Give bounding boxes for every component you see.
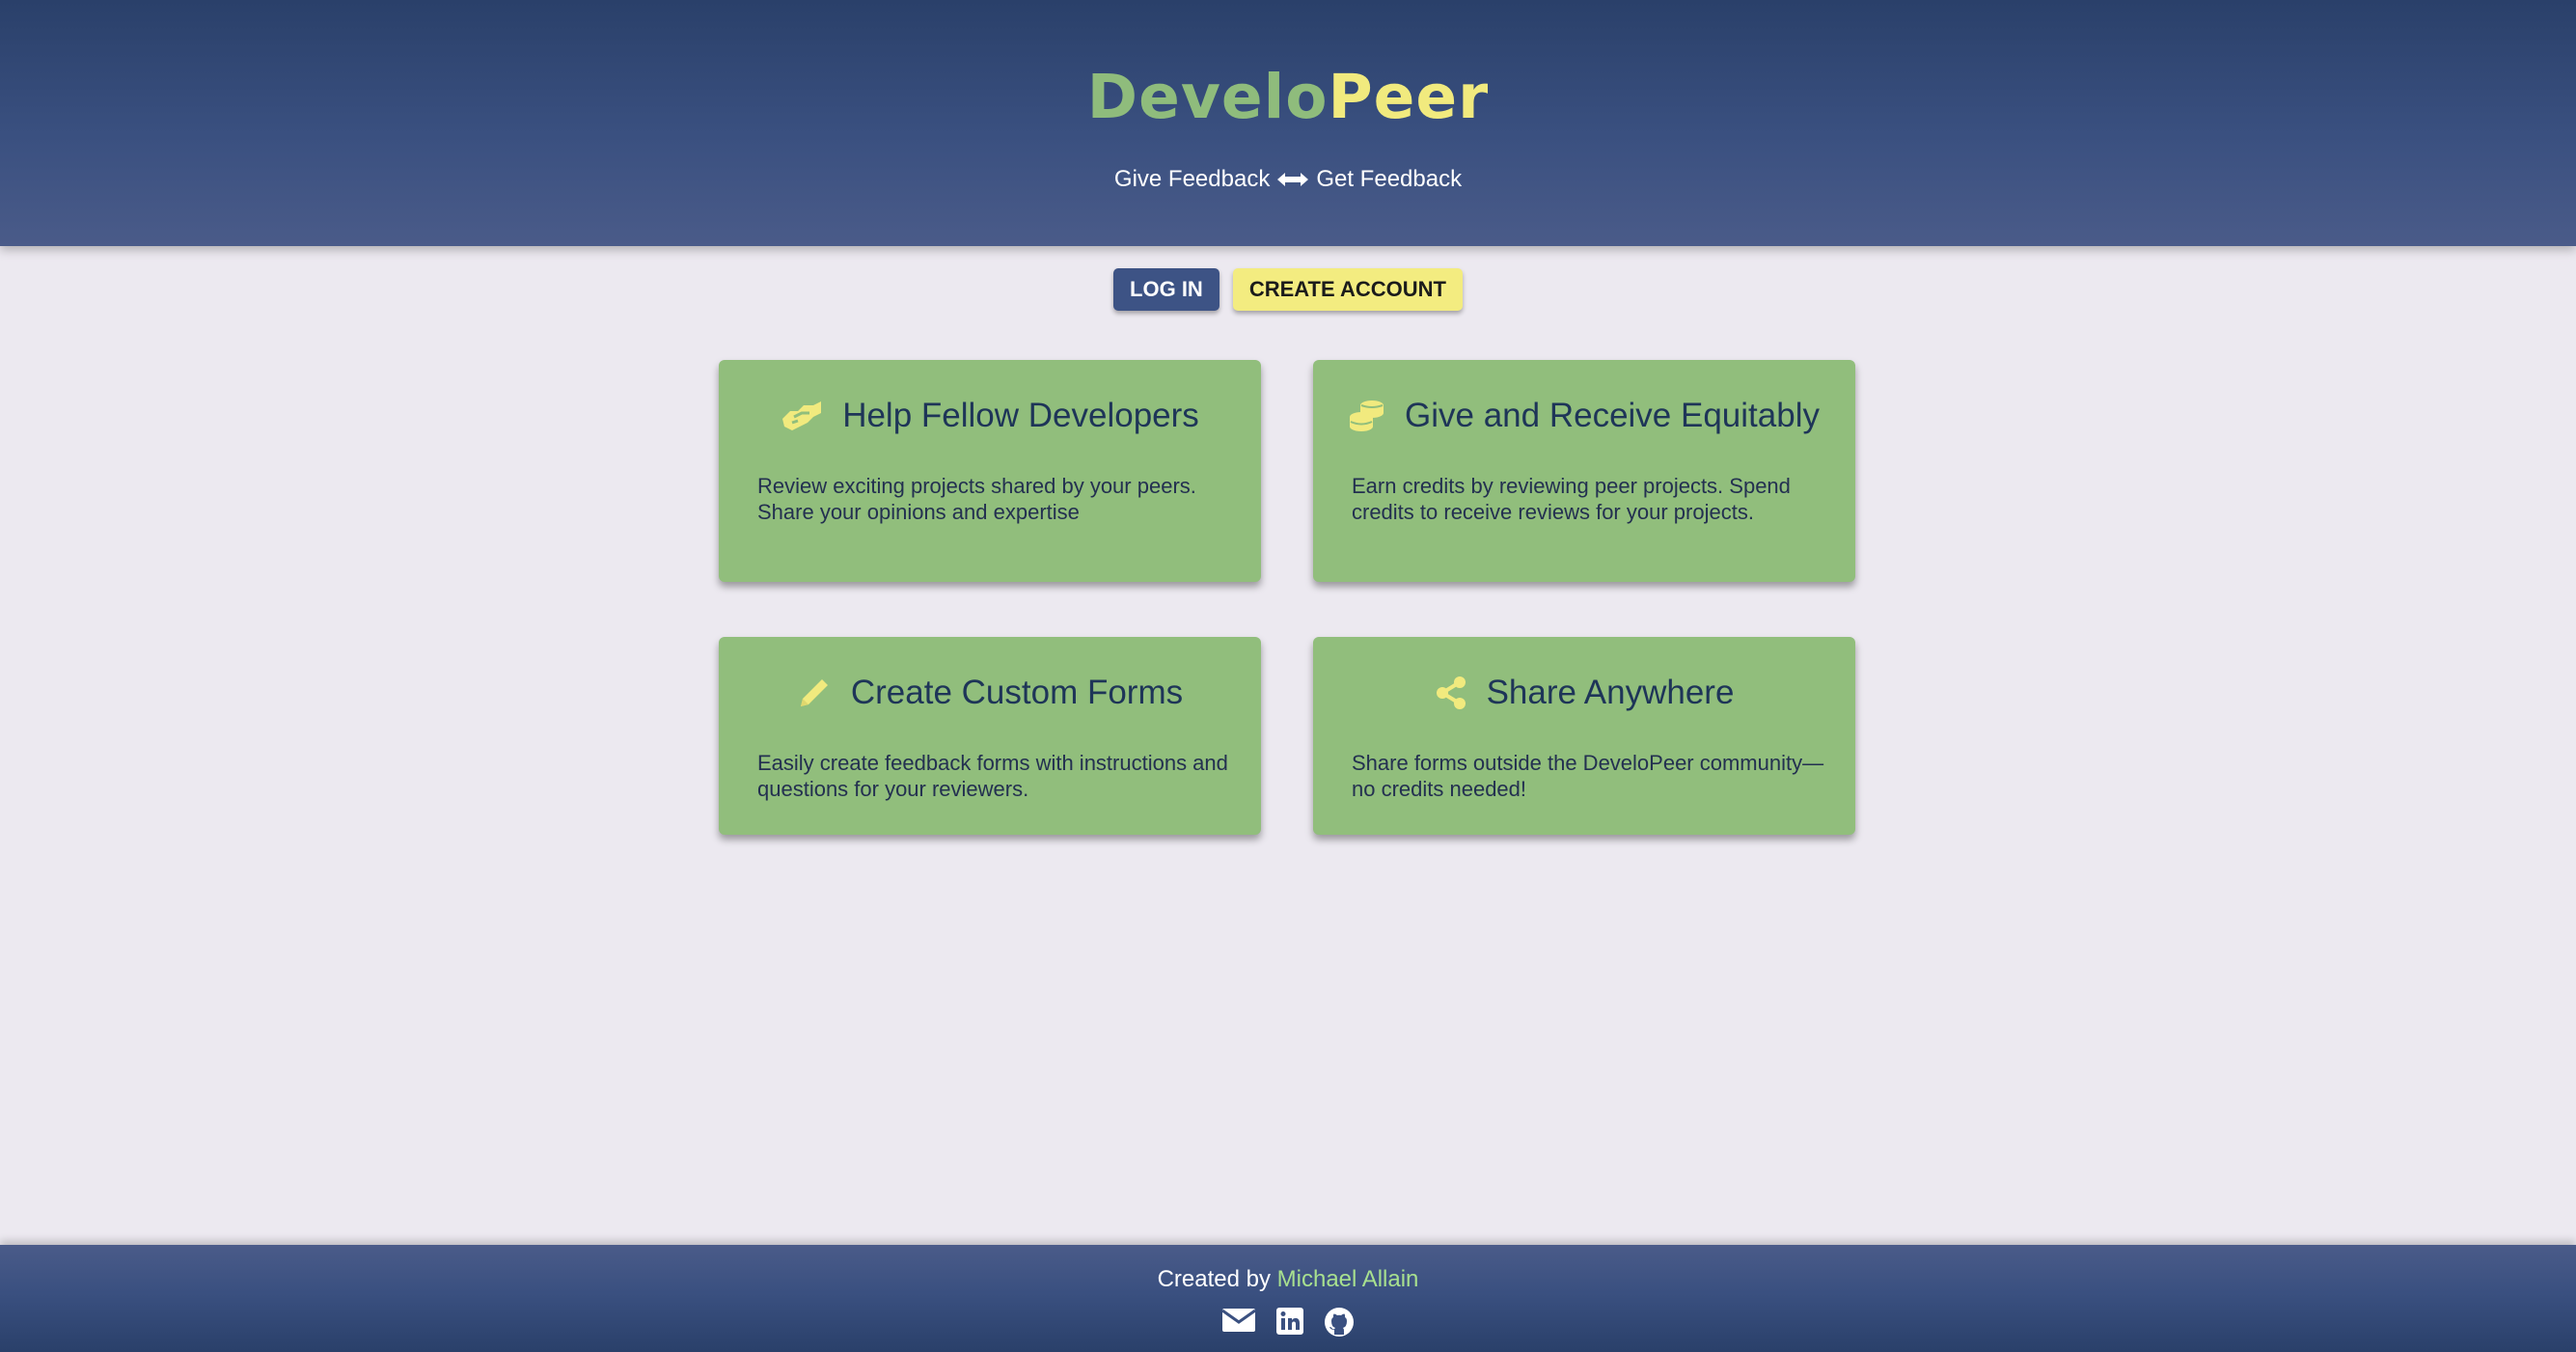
feature-title: Give and Receive Equitably <box>1405 397 1820 434</box>
linkedin-icon[interactable] <box>1275 1307 1304 1338</box>
pencil-icon <box>797 676 832 710</box>
site-header: DeveloPeer Give Feedback Get Feedback <box>0 0 2576 246</box>
author-link[interactable]: Michael Allain <box>1277 1266 1419 1292</box>
brand-part-peer: Peer <box>1328 62 1490 132</box>
created-by-label: Created by <box>1157 1266 1277 1292</box>
feature-title: Help Fellow Developers <box>842 397 1199 434</box>
feature-description: Share forms outside the DeveloPeer commu… <box>1352 751 1824 801</box>
feature-card-give-receive: Give and Receive Equitably Earn credits … <box>1313 360 1855 582</box>
feature-description: Easily create feedback forms with instru… <box>757 751 1228 801</box>
page: DeveloPeer Give Feedback Get Feedback LO… <box>0 0 2576 1352</box>
auth-buttons: LOG IN CREATE ACCOUNT <box>0 268 2576 311</box>
footer-credit: Created by Michael Allain <box>0 1266 2576 1293</box>
feature-card-help-developers: Help Fellow Developers Review exciting p… <box>719 360 1261 582</box>
feature-description: Earn credits by reviewing peer projects.… <box>1352 474 1791 524</box>
site-logo: DeveloPeer <box>0 62 2576 132</box>
feature-card-heading: Share Anywhere <box>1313 674 1855 712</box>
social-links <box>0 1307 2576 1338</box>
feature-card-share-anywhere: Share Anywhere Share forms outside the D… <box>1313 637 1855 835</box>
tagline: Give Feedback Get Feedback <box>0 166 2576 193</box>
feature-card-heading: Create Custom Forms <box>719 674 1261 712</box>
github-icon[interactable] <box>1324 1307 1355 1338</box>
login-button[interactable]: LOG IN <box>1113 268 1219 311</box>
brand-part-develo: Develo <box>1086 62 1329 132</box>
share-icon <box>1435 676 1467 710</box>
create-account-button[interactable]: CREATE ACCOUNT <box>1232 268 1463 311</box>
tagline-give: Give Feedback <box>1113 166 1271 192</box>
feature-card-heading: Give and Receive Equitably <box>1313 397 1855 435</box>
left-right-arrow-icon <box>1277 171 1309 188</box>
feature-title: Create Custom Forms <box>850 674 1184 711</box>
tagline-get: Get Feedback <box>1316 166 1463 192</box>
feature-title: Share Anywhere <box>1486 674 1735 711</box>
site-footer: Created by Michael Allain <box>0 1245 2576 1352</box>
feature-description: Review exciting projects shared by your … <box>757 474 1196 524</box>
feature-card-heading: Help Fellow Developers <box>719 397 1261 435</box>
handshake-icon <box>781 400 823 432</box>
coins-icon <box>1349 398 1385 434</box>
feature-card-custom-forms: Create Custom Forms Easily create feedba… <box>719 637 1261 835</box>
envelope-icon[interactable] <box>1221 1307 1256 1338</box>
